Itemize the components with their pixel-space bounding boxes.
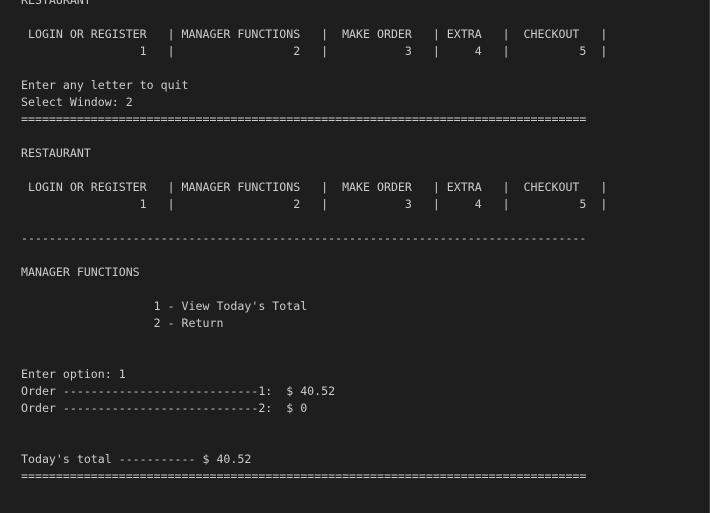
terminal-line: LOGIN OR REGISTER | MANAGER FUNCTIONS | … [21, 180, 608, 194]
terminal-line: Select Window: 2 [21, 95, 133, 109]
terminal-line: ========================================… [21, 469, 587, 483]
terminal-line: Enter any letter to quit [21, 78, 189, 92]
terminal-line: MANAGER FUNCTIONS [21, 265, 140, 279]
terminal-line: 1 | 2 | 3 | 4 | 5 | [21, 44, 608, 58]
terminal-line: ========================================… [21, 112, 587, 126]
terminal-line: 1 | 2 | 3 | 4 | 5 | [21, 197, 608, 211]
terminal-line: Enter option: 1 [21, 367, 126, 381]
terminal-line: RESTAURANT [21, 146, 91, 160]
terminal-output[interactable]: RESTAURANT LOGIN OR REGISTER | MANAGER F… [0, 0, 710, 513]
terminal-line: LOGIN OR REGISTER | MANAGER FUNCTIONS | … [21, 27, 608, 41]
terminal-line: RESTAURANT [21, 0, 91, 7]
terminal-line: Order ----------------------------2: $ 0 [21, 401, 308, 415]
terminal-line: ----------------------------------------… [21, 231, 587, 245]
terminal-line: 2 - Return [21, 316, 224, 330]
terminal-line: 1 - View Today's Total [21, 299, 308, 313]
terminal-line: Order ----------------------------1: $ 4… [21, 384, 336, 398]
terminal-line: Today's total ----------- $ 40.52 [21, 452, 252, 466]
